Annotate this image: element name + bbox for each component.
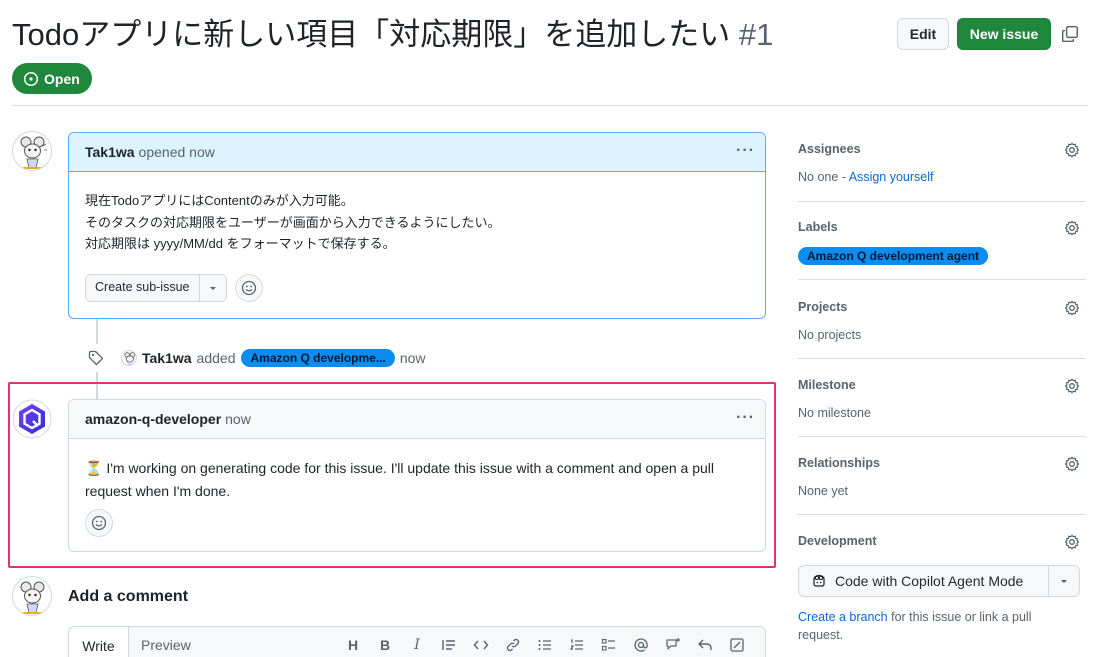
mouse-avatar-icon bbox=[124, 352, 136, 365]
sidebar-title[interactable]: Projects bbox=[798, 300, 847, 314]
gear-icon[interactable] bbox=[1064, 142, 1080, 158]
issue-header: Todoアプリに新しい項目「対応期限」を追加したい #1 Open Edit N… bbox=[12, 14, 1088, 106]
copy-icon[interactable] bbox=[1061, 25, 1079, 43]
issue-number: #1 bbox=[738, 17, 774, 52]
create-branch-link[interactable]: Create a branch bbox=[798, 610, 888, 624]
event-time[interactable]: now bbox=[400, 350, 426, 366]
code-with-copilot-button[interactable]: Code with Copilot Agent Mode bbox=[799, 566, 1049, 596]
sidebar-title[interactable]: Labels bbox=[798, 220, 838, 234]
mouse-avatar-icon bbox=[20, 136, 47, 169]
create-sub-issue-button[interactable]: Create sub-issue bbox=[85, 274, 200, 302]
issue-open-icon bbox=[23, 71, 39, 86]
sidebar-relationships: Relationships None yet bbox=[798, 437, 1086, 515]
create-sub-issue-group: Create sub-issue bbox=[85, 274, 227, 302]
sidebar-labels: Labels Amazon Q development agent bbox=[798, 202, 1086, 280]
event-actor[interactable]: Tak1wa bbox=[142, 350, 192, 366]
gear-icon[interactable] bbox=[1064, 300, 1080, 316]
comment-header: Tak1wa opened now ··· bbox=[69, 133, 765, 172]
event-actor-avatar[interactable] bbox=[121, 350, 137, 366]
code-icon[interactable] bbox=[465, 636, 497, 654]
label-added-event: Tak1wa added Amazon Q developme... now bbox=[80, 344, 426, 372]
new-issue-button[interactable]: New issue bbox=[957, 18, 1051, 50]
event-label-badge[interactable]: Amazon Q developme... bbox=[241, 349, 395, 367]
comment-body: 現在TodoアプリにはContentのみが入力可能。 そのタスクの対応期限をユー… bbox=[69, 172, 765, 302]
bulleted-list-icon[interactable] bbox=[529, 636, 561, 654]
sidebar-title[interactable]: Relationships bbox=[798, 456, 880, 470]
copilot-button-label: Code with Copilot Agent Mode bbox=[835, 573, 1024, 589]
gear-icon[interactable] bbox=[1064, 220, 1080, 236]
development-help-text: Create a branch for this issue or link a… bbox=[798, 608, 1058, 644]
sub-issue-dropdown-button[interactable] bbox=[199, 274, 227, 302]
heading-icon[interactable]: H bbox=[337, 636, 369, 654]
event-action: added bbox=[196, 350, 236, 366]
mouse-avatar-icon bbox=[20, 581, 45, 614]
triangle-down-icon bbox=[209, 287, 216, 290]
tab-preview[interactable]: Preview bbox=[141, 627, 191, 657]
gear-icon[interactable] bbox=[1064, 534, 1080, 550]
sidebar-title[interactable]: Development bbox=[798, 534, 877, 548]
assign-yourself-link[interactable]: Assign yourself bbox=[849, 170, 934, 184]
gear-icon[interactable] bbox=[1064, 378, 1080, 394]
add-reaction-button[interactable] bbox=[235, 274, 263, 302]
sidebar-title[interactable]: Assignees bbox=[798, 142, 861, 156]
comment-body-line: そのタスクの対応期限をユーザーが画面から入力できるようにしたい。 bbox=[85, 214, 501, 230]
sidebar-title[interactable]: Milestone bbox=[798, 378, 856, 392]
relationships-value: None yet bbox=[798, 484, 849, 498]
italic-icon[interactable]: I bbox=[401, 636, 433, 654]
add-comment-heading: Add a comment bbox=[68, 588, 189, 605]
milestone-value: No milestone bbox=[798, 406, 871, 420]
fullscreen-icon[interactable] bbox=[721, 636, 753, 654]
issue-title-text: Todoアプリに新しい項目「対応期限」を追加したい bbox=[12, 17, 731, 52]
numbered-list-icon[interactable] bbox=[561, 636, 593, 654]
tag-icon-wrap bbox=[80, 344, 112, 372]
mention-icon[interactable] bbox=[625, 636, 657, 654]
copilot-agent-button-group: Code with Copilot Agent Mode bbox=[798, 565, 1080, 597]
triangle-down-icon bbox=[1060, 580, 1067, 583]
sidebar-label-badge[interactable]: Amazon Q development agent bbox=[798, 247, 989, 265]
kebab-menu-icon[interactable]: ··· bbox=[736, 142, 755, 160]
comment-editor: Write Preview H B I bbox=[68, 626, 766, 657]
tab-write[interactable]: Write bbox=[69, 627, 129, 657]
edit-button[interactable]: Edit bbox=[897, 18, 949, 50]
reply-icon[interactable] bbox=[689, 636, 721, 654]
comment-timestamp[interactable]: opened now bbox=[139, 144, 215, 160]
comment-body-line: 対応期限は yyyy/MM/dd をフォーマットで保存する。 bbox=[85, 236, 396, 251]
sidebar-projects: Projects No projects bbox=[798, 280, 1086, 359]
quote-icon[interactable] bbox=[433, 636, 465, 654]
avatar-tak1wa[interactable] bbox=[12, 131, 52, 171]
avatar-current-user[interactable] bbox=[12, 576, 52, 616]
cross-reference-icon[interactable] bbox=[657, 636, 689, 654]
projects-value: No projects bbox=[798, 328, 862, 342]
issue-state-label: Open bbox=[44, 70, 80, 87]
copilot-icon bbox=[813, 574, 825, 587]
comment-body-line: 現在TodoアプリにはContentのみが入力可能。 bbox=[85, 193, 354, 208]
smiley-icon bbox=[241, 280, 257, 296]
issue-state-badge: Open bbox=[12, 63, 92, 94]
comment-author[interactable]: Tak1wa bbox=[85, 144, 135, 160]
sidebar-assignees: Assignees No one - Assign yourself bbox=[798, 132, 1086, 202]
assignees-value: No one - Assign yourself bbox=[798, 170, 934, 184]
task-list-icon[interactable] bbox=[593, 636, 625, 654]
link-icon[interactable] bbox=[497, 636, 529, 654]
markdown-toolbar: H B I bbox=[337, 636, 753, 654]
tag-icon bbox=[88, 350, 104, 366]
issue-title: Todoアプリに新しい項目「対応期限」を追加したい #1 bbox=[12, 14, 773, 56]
highlight-annotation-box bbox=[8, 382, 776, 568]
assignees-none: No one - bbox=[798, 170, 849, 184]
issue-body-comment: Tak1wa opened now ··· 現在TodoアプリにはContent… bbox=[68, 132, 766, 319]
gear-icon[interactable] bbox=[1064, 456, 1080, 472]
copilot-dropdown-button[interactable] bbox=[1048, 566, 1079, 596]
sidebar-milestone: Milestone No milestone bbox=[798, 359, 1086, 437]
bold-icon[interactable]: B bbox=[369, 636, 401, 654]
